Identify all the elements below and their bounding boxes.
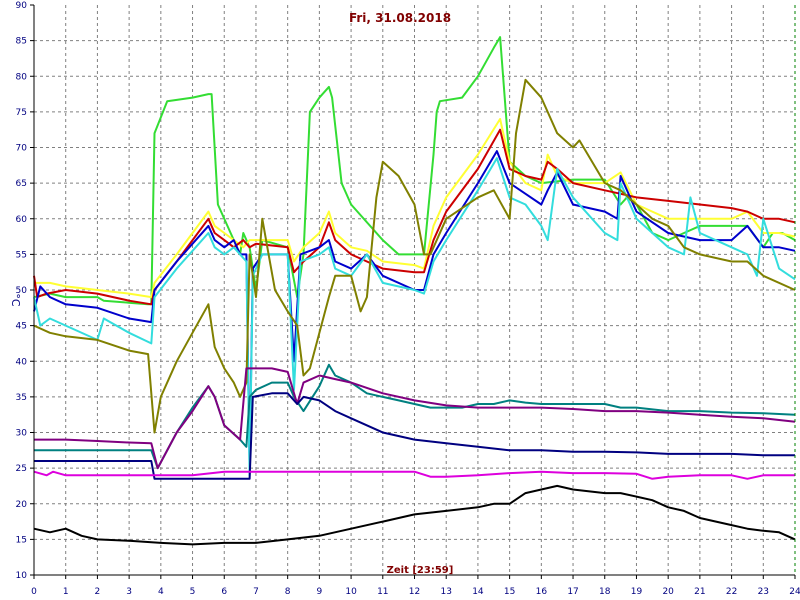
x-tick-label: 23 (758, 587, 769, 597)
x-tick-label: 10 (345, 587, 357, 597)
x-tick-label: 19 (631, 587, 643, 597)
y-tick-label: 60 (16, 215, 28, 225)
x-tick-label: 18 (599, 587, 611, 597)
x-tick-label: 3 (126, 587, 132, 597)
y-tick-label: 15 (16, 535, 27, 545)
x-tick-label: 21 (694, 587, 705, 597)
x-tick-label: 7 (253, 587, 259, 597)
x-axis-label: Zeit [23:59] (387, 565, 454, 576)
y-tick-label: 20 (16, 500, 28, 510)
y-axis-label: °C (9, 293, 22, 307)
chart-title: Fri, 31.08.2018 (349, 11, 451, 25)
y-tick-label: 55 (16, 250, 27, 260)
x-tick-label: 11 (377, 587, 388, 597)
x-tick-label: 13 (440, 587, 451, 597)
x-tick-label: 2 (95, 587, 101, 597)
x-tick-label: 4 (158, 587, 164, 597)
y-tick-label: 10 (16, 571, 28, 581)
y-tick-label: 40 (16, 357, 28, 367)
y-tick-label: 70 (16, 144, 28, 154)
x-tick-label: 24 (789, 587, 800, 597)
x-tick-label: 15 (504, 587, 515, 597)
x-tick-label: 14 (472, 587, 484, 597)
y-tick-label: 45 (16, 322, 27, 332)
y-tick-label: 85 (16, 37, 27, 47)
x-tick-label: 6 (221, 587, 227, 597)
x-tick-label: 16 (536, 587, 548, 597)
y-tick-label: 90 (16, 1, 28, 11)
y-tick-label: 80 (16, 72, 28, 82)
x-tick-label: 20 (662, 587, 674, 597)
y-tick-label: 65 (16, 179, 27, 189)
x-tick-label: 8 (285, 587, 291, 597)
x-tick-label: 5 (190, 587, 196, 597)
y-tick-label: 30 (16, 429, 28, 439)
temperature-chart: 0 1 2 3 4 5 6 7 8 9 10 11 12 13 14 15 16 17 18 19 20 21 22 23 24… (0, 0, 800, 600)
x-tick-label: 17 (567, 587, 578, 597)
x-tick-label: 1 (63, 587, 69, 597)
x-tick-label: 9 (317, 587, 323, 597)
x-tick-label: 22 (726, 587, 737, 597)
x-tick-label: 0 (31, 587, 37, 597)
y-tick-label: 35 (16, 393, 27, 403)
y-tick-label: 25 (16, 464, 27, 474)
y-tick-label: 75 (16, 108, 27, 118)
x-tick-label: 12 (409, 587, 420, 597)
